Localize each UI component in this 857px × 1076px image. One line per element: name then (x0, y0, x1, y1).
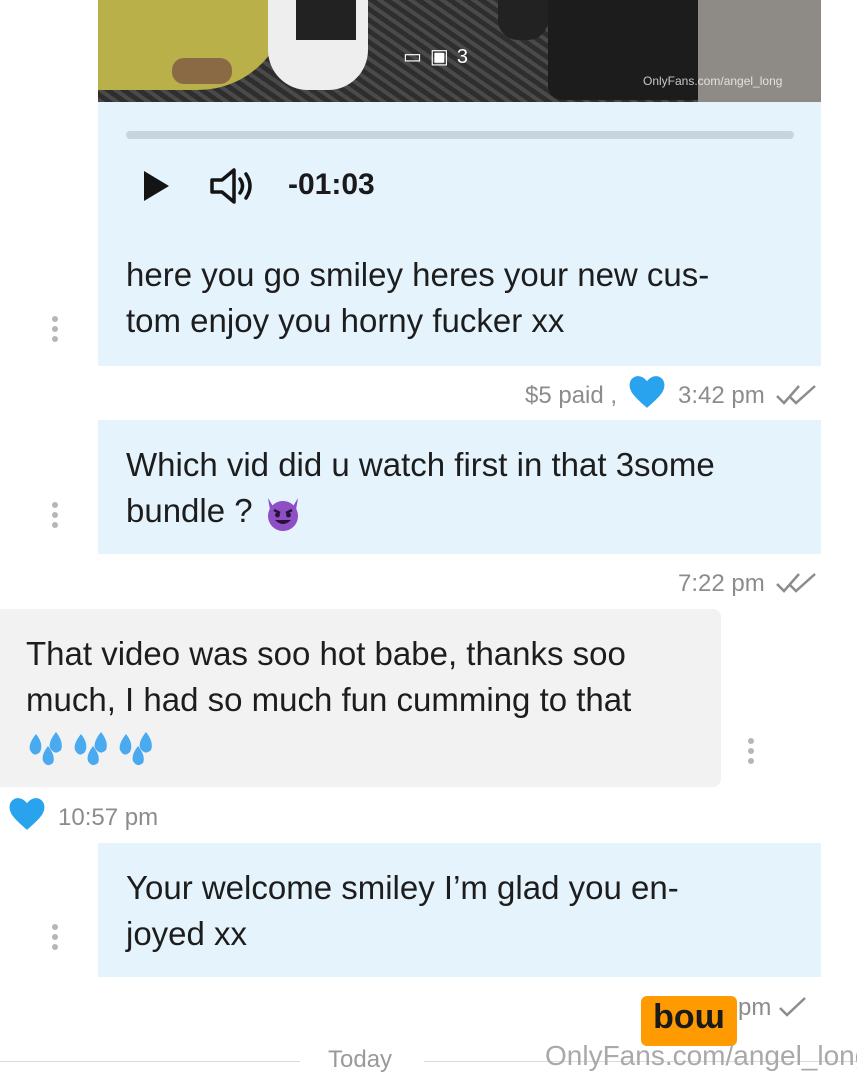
read-receipt-icon (776, 385, 816, 405)
message-line: Your welcome smiley I’m glad you en- (126, 869, 679, 906)
media-prop (172, 58, 232, 84)
sweat-droplets-icon (29, 732, 152, 766)
audio-progress-track[interactable] (126, 131, 794, 139)
read-receipt-icon (776, 573, 816, 593)
message-line: joyed xx (126, 915, 248, 952)
smiling-devil-emoji-icon (267, 498, 298, 532)
message-text: Which vid did u watch first in that 3som… (126, 442, 715, 534)
video-icon: ▭ (403, 46, 430, 68)
message-line: That video was soo hot babe, thanks soo (26, 635, 626, 672)
media-count: 3 (456, 46, 476, 68)
message-text: Your welcome smiley I’m glad you en- joy… (126, 865, 679, 957)
message-line: tom enjoy you horny fucker xx (126, 302, 565, 339)
message-time: 10:57 pm (58, 804, 159, 831)
divider-line (0, 1061, 300, 1062)
watermark: OnlyFans.com/angel_long (545, 1040, 857, 1071)
media-preview[interactable]: ▭▣3 OnlyFans.com/angel_long (98, 0, 821, 102)
media-shoe-2 (498, 0, 548, 40)
message-line: much, I had so much fun cumming to that (26, 681, 632, 718)
media-type-icons: ▭▣3 (403, 44, 476, 69)
message-text: here you go smiley heres your new cus- t… (126, 252, 709, 344)
date-divider-label: Today (328, 1046, 393, 1073)
image-icon: ▣ (429, 46, 457, 68)
media-shoe-top (296, 0, 356, 40)
play-icon[interactable] (144, 171, 169, 201)
message-text: That video was soo hot babe, thanks soo … (26, 631, 631, 769)
site-badge-logo: moq (641, 996, 737, 1046)
message-line: here you go smiley heres your new cus- (126, 256, 710, 293)
sweat-droplets-emoji (26, 723, 631, 769)
sent-check-icon (779, 997, 806, 1017)
volume-icon[interactable] (208, 166, 260, 206)
message-line: bundle ? (126, 492, 253, 529)
heart-icon[interactable] (628, 374, 666, 410)
message-line: Which vid did u watch first in that 3som… (126, 446, 715, 483)
message-time: 7:22 pm (678, 570, 765, 597)
media-watermark: OnlyFans.com/angel_long (643, 74, 783, 88)
message-options-icon[interactable] (52, 924, 60, 954)
audio-time-remaining: -01:03 (288, 168, 375, 201)
message-options-icon[interactable] (52, 316, 60, 346)
message-options-icon[interactable] (748, 738, 756, 768)
message-time: pm (738, 994, 772, 1021)
message-time: 3:42 pm (678, 382, 765, 409)
message-price: $5 paid , (525, 382, 618, 409)
message-options-icon[interactable] (52, 502, 60, 532)
heart-icon[interactable] (8, 796, 46, 832)
